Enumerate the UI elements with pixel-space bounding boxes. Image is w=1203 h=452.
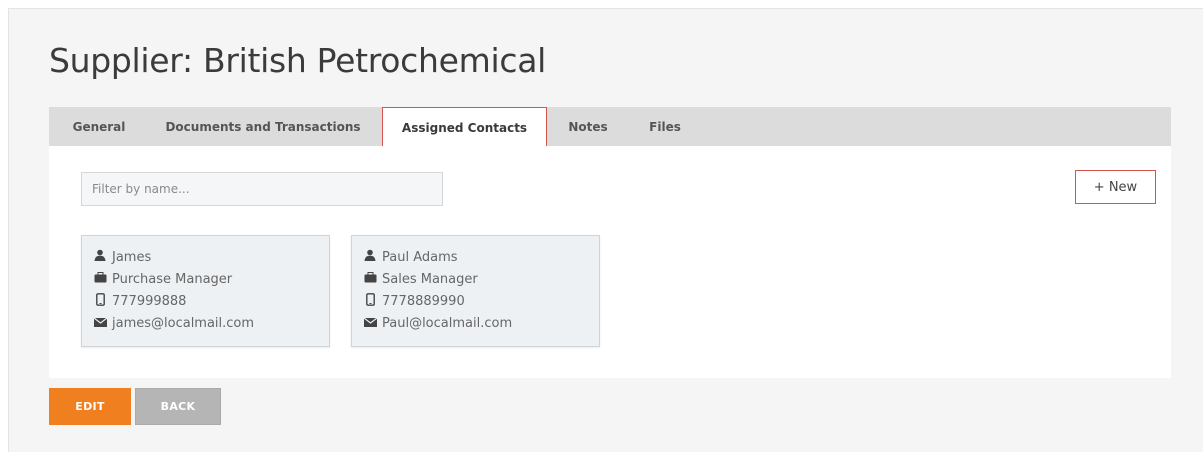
- tab-notes[interactable]: Notes: [559, 107, 617, 146]
- envelope-icon: [92, 316, 108, 331]
- contact-email-row: james@localmail.com: [92, 312, 329, 334]
- contact-role-row: Purchase Manager: [92, 268, 329, 290]
- back-button[interactable]: BACK: [135, 388, 221, 425]
- contact-phone: 7778889990: [382, 293, 465, 309]
- page-title: Supplier: British Petrochemical: [49, 41, 546, 80]
- mobile-phone-icon: [362, 292, 378, 310]
- briefcase-icon: [362, 271, 378, 287]
- contact-phone-row: 777999888: [92, 290, 329, 312]
- contact-phone-row: 7778889990: [362, 290, 599, 312]
- contact-phone: 777999888: [112, 293, 187, 309]
- tab-documents-and-transactions[interactable]: Documents and Transactions: [157, 107, 369, 146]
- contact-name: James: [112, 249, 152, 265]
- mobile-phone-icon: [92, 292, 108, 310]
- tab-bar: General Documents and Transactions Assig…: [49, 107, 1171, 149]
- new-contact-button[interactable]: + New: [1075, 170, 1156, 204]
- assigned-contacts-panel: + New James Purchase Manager 777999888: [49, 146, 1171, 378]
- tab-general[interactable]: General: [63, 107, 135, 146]
- contact-email: Paul@localmail.com: [382, 315, 513, 331]
- contact-name-row: Paul Adams: [362, 246, 599, 268]
- tab-assigned-contacts[interactable]: Assigned Contacts: [382, 107, 547, 149]
- contact-role-row: Sales Manager: [362, 268, 599, 290]
- briefcase-icon: [92, 271, 108, 287]
- envelope-icon: [362, 316, 378, 331]
- contact-role: Purchase Manager: [112, 271, 233, 287]
- contact-name: Paul Adams: [382, 249, 458, 265]
- tab-files[interactable]: Files: [641, 107, 689, 146]
- page-container: Supplier: British Petrochemical General …: [8, 8, 1203, 452]
- user-icon: [92, 249, 108, 265]
- contact-email: james@localmail.com: [112, 315, 255, 331]
- edit-button[interactable]: EDIT: [49, 388, 131, 425]
- contact-card[interactable]: Paul Adams Sales Manager 7778889990 Paul…: [351, 235, 600, 347]
- contact-email-row: Paul@localmail.com: [362, 312, 599, 334]
- contact-role: Sales Manager: [382, 271, 478, 287]
- filter-by-name-input[interactable]: [81, 172, 443, 206]
- contact-card[interactable]: James Purchase Manager 777999888 james@l…: [81, 235, 330, 347]
- user-icon: [362, 249, 378, 265]
- contact-name-row: James: [92, 246, 329, 268]
